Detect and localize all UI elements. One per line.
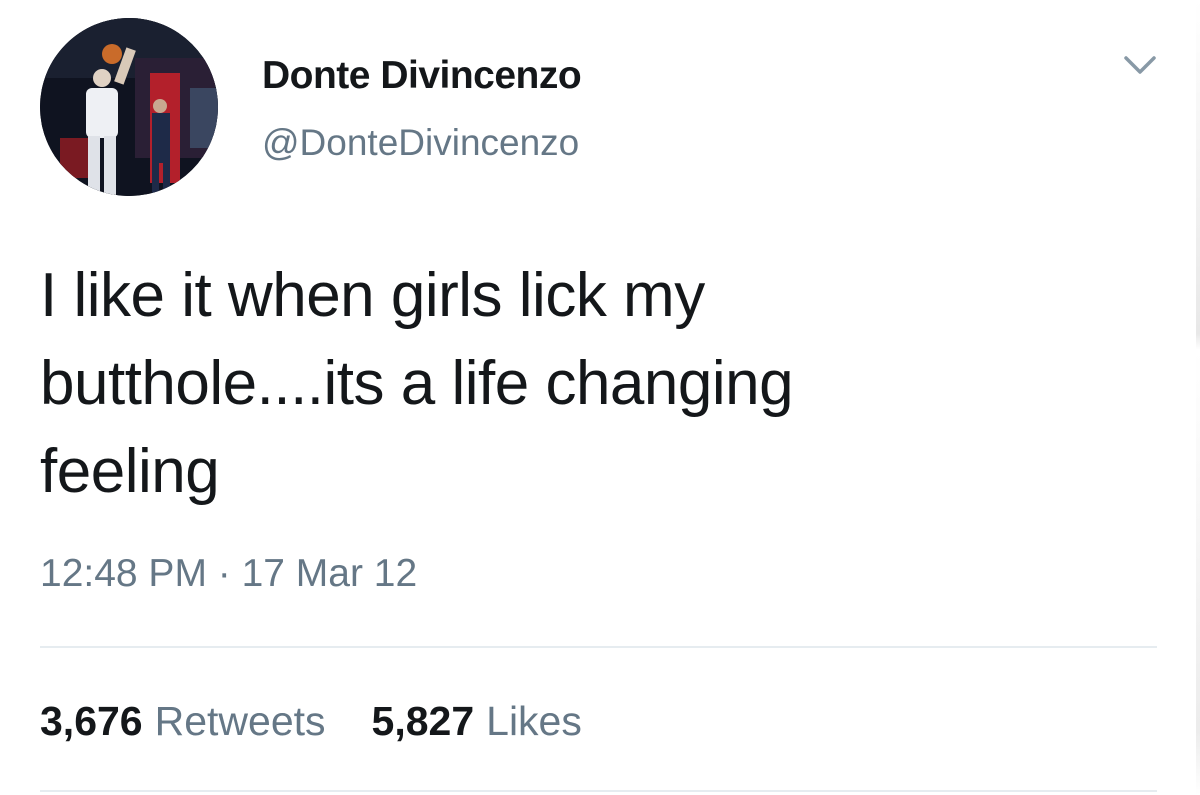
retweets-count: 3,676 (40, 698, 143, 744)
handle[interactable]: @DonteDivincenzo (262, 122, 579, 164)
display-name[interactable]: Donte Divincenzo (262, 54, 582, 98)
avatar-photo (40, 18, 218, 196)
tweet-stats: 3,676 Retweets 5,827 Likes (40, 698, 582, 745)
chevron-down-icon[interactable] (1120, 50, 1160, 80)
avatar[interactable] (40, 18, 218, 196)
likes-count: 5,827 (371, 698, 475, 744)
divider (40, 790, 1157, 792)
divider (40, 646, 1157, 648)
likes-stat[interactable]: 5,827 Likes (372, 698, 582, 745)
tweet-text: I like it when girls lick my butthole...… (40, 261, 794, 506)
likes-label: Likes (486, 698, 582, 744)
tweet-card: Donte Divincenzo @DonteDivincenzo I like… (0, 0, 1200, 795)
timestamp[interactable]: 12:48 PM · 17 Mar 12 (40, 552, 417, 596)
screen-edge (1196, 0, 1200, 795)
retweets-label: Retweets (154, 698, 326, 744)
retweets-stat[interactable]: 3,676 Retweets (40, 698, 326, 745)
